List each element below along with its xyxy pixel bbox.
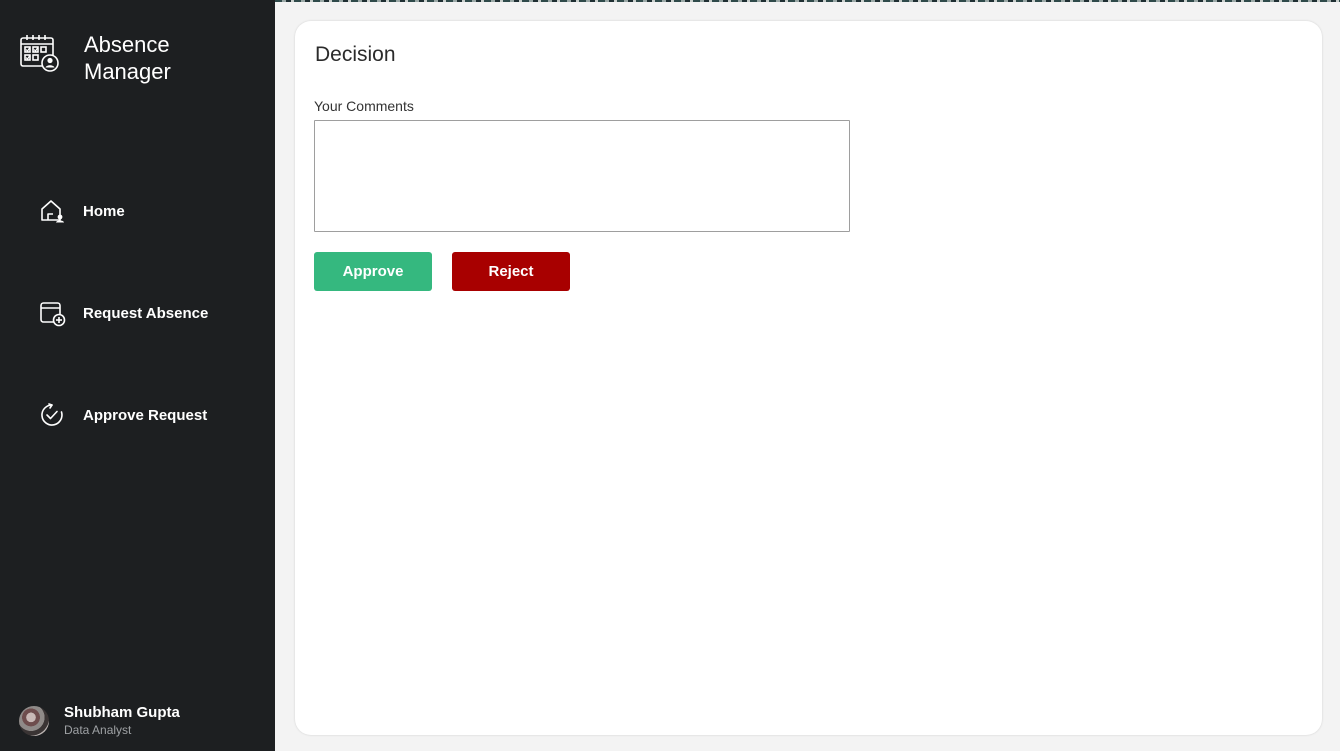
sidebar-item-label: Request Absence — [83, 304, 209, 322]
sidebar-item-request-absence[interactable]: Request Absence — [38, 298, 208, 328]
top-decorative-strip — [275, 0, 1340, 2]
app-window: Absence Manager Home Request Absence App… — [0, 0, 1340, 751]
brand: Absence Manager — [19, 32, 171, 84]
user-profile[interactable]: Shubham Gupta Data Analyst — [19, 704, 180, 738]
calendar-add-icon — [38, 299, 66, 327]
home-icon — [38, 197, 66, 225]
sidebar-item-approve-request[interactable]: Approve Request — [38, 400, 207, 430]
calendar-person-icon — [19, 32, 59, 72]
approve-button[interactable]: Approve — [314, 252, 432, 291]
sidebar-item-label: Approve Request — [83, 406, 208, 424]
page-title: Decision — [315, 43, 396, 66]
sidebar-item-label: Home — [83, 202, 125, 220]
comments-label: Your Comments — [314, 98, 414, 114]
user-role: Data Analyst — [64, 723, 132, 737]
avatar — [19, 706, 49, 736]
sidebar-item-home[interactable]: Home — [38, 196, 125, 226]
app-title: Absence Manager — [84, 32, 171, 84]
user-info: Shubham Gupta Data Analyst — [64, 704, 180, 738]
decision-card: Decision Your Comments Approve Reject — [295, 21, 1322, 735]
comments-field[interactable] — [314, 120, 850, 232]
sidebar: Absence Manager Home Request Absence App… — [0, 0, 275, 751]
reject-button[interactable]: Reject — [452, 252, 570, 291]
user-name: Shubham Gupta — [64, 704, 180, 721]
check-circle-icon — [38, 401, 66, 429]
